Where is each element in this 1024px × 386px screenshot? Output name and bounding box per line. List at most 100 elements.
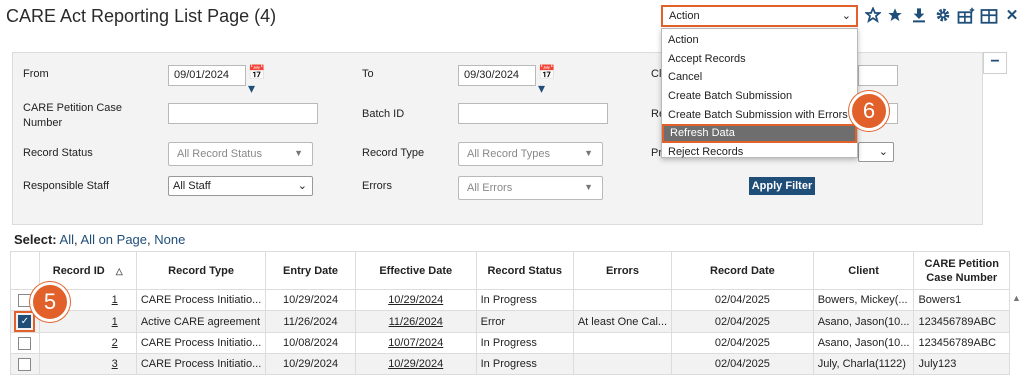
entry-date-cell: 10/29/2024 (265, 353, 356, 375)
select-column-header (10, 251, 40, 290)
record-date-cell: 02/04/2025 (671, 353, 814, 375)
scroll-up-arrow-icon[interactable]: ▲ (1012, 293, 1021, 303)
client-input[interactable] (858, 65, 898, 86)
select-label: Select: (14, 232, 57, 247)
batch-id-input[interactable] (458, 103, 608, 124)
table-header-row: Record ID △ Record Type Entry Date Effec… (10, 251, 1010, 290)
from-label: From (23, 68, 49, 80)
errors-cell (572, 353, 673, 375)
action-dropdown[interactable]: Action ⌄ (661, 5, 858, 27)
select-all-link[interactable]: All (60, 232, 74, 247)
download-icon[interactable] (910, 7, 928, 25)
column-header-client[interactable]: Client (812, 251, 915, 290)
petition-case-input[interactable] (168, 103, 318, 124)
petition-cell: 123456789ABC (913, 332, 1010, 354)
row-checkbox[interactable] (18, 336, 32, 350)
record-type-select[interactable]: All Record Types ▼ (458, 142, 603, 166)
page-header: CARE Act Reporting List Page (4) Action … (0, 0, 1024, 34)
record-id-cell: 2 (38, 332, 137, 354)
column-header-care-petition[interactable]: CARE Petition Case Number (913, 251, 1010, 290)
errors-label: Errors (362, 180, 392, 192)
record-id-link[interactable]: 1 (112, 316, 118, 328)
chevron-down-icon: ⌄ (297, 180, 307, 192)
menu-item-cancel[interactable]: Cancel (662, 68, 857, 87)
table-icon[interactable] (980, 7, 998, 25)
pr-select[interactable]: ⌄ (858, 142, 894, 162)
column-header-errors[interactable]: Errors (572, 251, 673, 290)
table-row[interactable]: 1 CARE Process Initiatio... 10/29/2024 1… (10, 289, 1010, 311)
record-type-placeholder: All Record Types (467, 148, 550, 160)
from-date-input[interactable]: 09/01/2024 (168, 65, 246, 86)
table-row[interactable]: 3 CARE Process Initiatio... 10/29/2024 1… (10, 353, 1010, 375)
effective-date-link[interactable]: 10/29/2024 (388, 294, 443, 306)
menu-item-accept-records[interactable]: Accept Records (662, 50, 857, 69)
errors-cell: At least One Cal... (572, 310, 673, 333)
row-checkbox[interactable] (18, 357, 32, 371)
entry-date-cell: 10/08/2024 (265, 332, 356, 354)
column-header-effective-date[interactable]: Effective Date (354, 251, 477, 290)
record-type-cell: CARE Process Initiatio... (135, 332, 267, 354)
record-type-label: Record Type (362, 147, 425, 159)
record-id-link[interactable]: 3 (112, 358, 118, 370)
responsible-staff-value: All Staff (173, 180, 211, 192)
select-all-on-page-link[interactable]: All on Page (81, 232, 148, 247)
calendar-icon[interactable]: 📅▾ (248, 64, 272, 96)
record-status-cell: In Progress (475, 353, 574, 375)
apply-filter-button[interactable]: Apply Filter (749, 177, 815, 195)
menu-item-create-batch-submission[interactable]: Create Batch Submission (662, 87, 857, 106)
record-date-cell: 02/04/2025 (671, 310, 814, 333)
client-cell: July, Charla(1122) (812, 353, 915, 375)
select-none-link[interactable]: None (154, 232, 185, 247)
client-cell: Bowers, Mickey(... (812, 289, 915, 311)
effective-date-link[interactable]: 11/26/2024 (389, 316, 443, 328)
effective-date-cell: 11/26/2024 (354, 310, 477, 333)
errors-select[interactable]: All Errors ▼ (458, 176, 603, 200)
collapse-filter-button[interactable]: − (983, 52, 1007, 74)
column-header-record-status[interactable]: Record Status (475, 251, 574, 290)
star-icon[interactable] (886, 7, 904, 25)
record-date-cell: 02/04/2025 (671, 289, 814, 311)
chevron-down-icon: ▼ (584, 148, 593, 158)
to-date-input[interactable]: 09/30/2024 (458, 65, 536, 86)
effective-date-cell: 10/29/2024 (354, 289, 477, 311)
chevron-down-icon: ⌄ (878, 146, 888, 158)
record-status-label: Record Status (23, 147, 93, 159)
menu-item-refresh-data[interactable]: Refresh Data (662, 124, 857, 144)
record-status-select[interactable]: All Record Status ▼ (168, 142, 313, 166)
row-checkbox[interactable]: ✓ (18, 315, 32, 328)
column-header-record-date[interactable]: Record Date (671, 251, 814, 290)
menu-item-action[interactable]: Action (662, 31, 857, 50)
record-type-cell: CARE Process Initiatio... (135, 289, 267, 311)
row-select-cell (10, 353, 40, 375)
column-header-record-type[interactable]: Record Type (135, 251, 267, 290)
entry-date-cell: 10/29/2024 (265, 289, 356, 311)
select-links: Select: All, All on Page, None (14, 232, 185, 247)
client-cell: Asano, Jason(10... (812, 332, 915, 354)
errors-cell (572, 289, 673, 311)
close-icon[interactable]: ✕ (1003, 7, 1021, 25)
calendar-icon[interactable]: 📅▾ (538, 64, 562, 96)
to-label: To (362, 68, 374, 80)
menu-item-reject-records[interactable]: Reject Records (662, 143, 857, 162)
menu-item-create-batch-submission-errors[interactable]: Create Batch Submission with Errors (662, 106, 857, 125)
column-header-entry-date[interactable]: Entry Date (265, 251, 356, 290)
effective-date-link[interactable]: 10/07/2024 (388, 337, 443, 349)
record-type-cell: CARE Process Initiatio... (135, 353, 267, 375)
petition-case-label-line2: Number (23, 117, 63, 129)
table-row[interactable]: ✓ 1 Active CARE agreement 11/26/2024 11/… (10, 310, 1010, 333)
responsible-staff-select[interactable]: All Staff ⌄ (168, 176, 313, 196)
record-status-cell: In Progress (475, 289, 574, 311)
client-label: Cl (651, 68, 662, 80)
table-row[interactable]: 2 CARE Process Initiatio... 10/08/2024 1… (10, 332, 1010, 354)
star-outline-icon[interactable] (863, 6, 883, 25)
entry-date-cell: 11/26/2024 (265, 310, 356, 333)
record-id-link[interactable]: 1 (112, 294, 118, 306)
record-id-link[interactable]: 2 (112, 337, 118, 349)
sort-asc-icon[interactable]: △ (116, 266, 123, 276)
record-id-cell: 3 (38, 353, 137, 375)
gear-icon[interactable] (934, 7, 952, 25)
record-status-cell: In Progress (475, 332, 574, 354)
effective-date-link[interactable]: 10/29/2024 (388, 358, 443, 370)
add-table-icon[interactable] (957, 7, 975, 25)
effective-date-cell: 10/29/2024 (354, 353, 477, 375)
